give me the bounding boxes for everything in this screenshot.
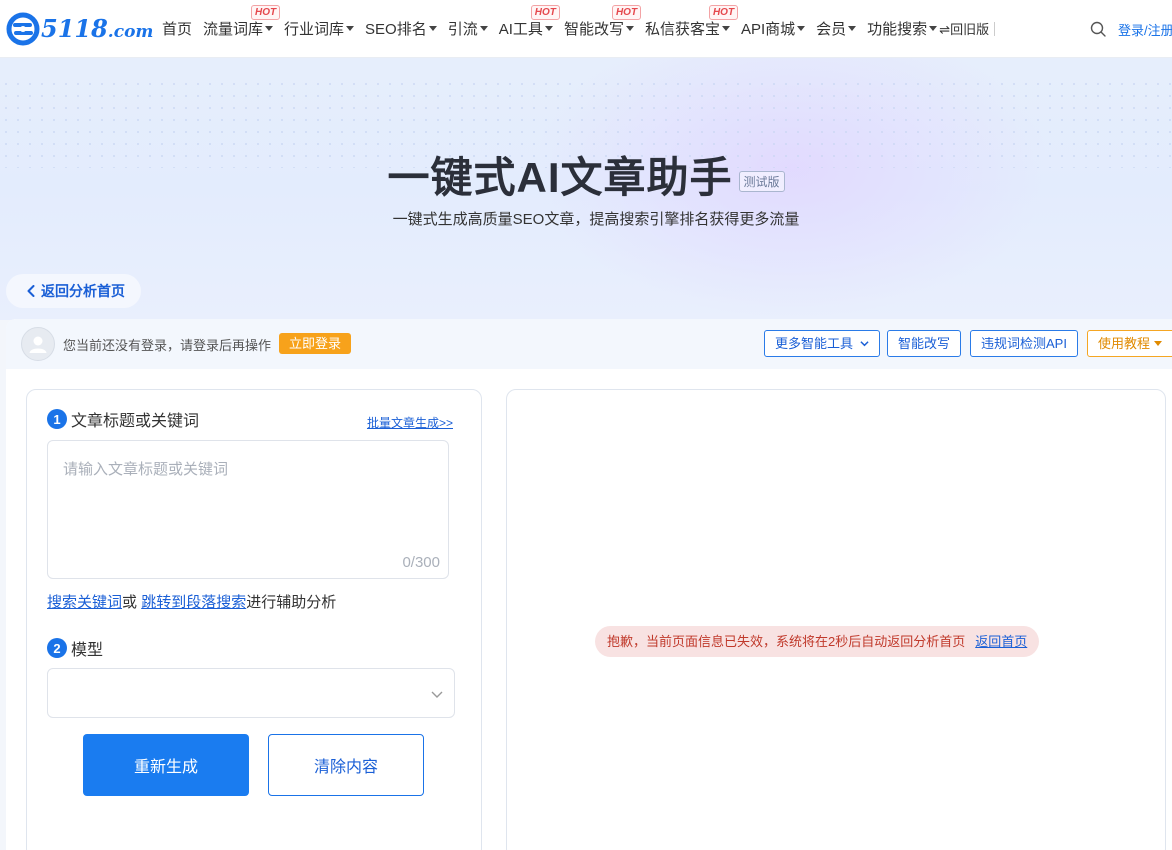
step-1-label: 文章标题或关键词 [71,413,200,430]
beta-badge: 测试版 [738,171,785,192]
hot-badge: HOT [611,4,642,20]
nav-seo-ranking[interactable]: SEO排名 [365,0,437,58]
step-number: 2 [47,638,67,658]
site-logo[interactable]: 5118.com [6,0,162,58]
chevron-left-icon [27,285,35,297]
caret-down-icon [797,26,806,31]
nav-feature-search[interactable]: 功能搜索 [867,0,938,58]
assist-analysis-text: 搜索关键词或 跳转到段落搜索进行辅助分析 [47,594,337,611]
login-now-button[interactable]: 立即登录 [279,333,352,354]
input-placeholder: 请输入文章标题或关键词 [63,461,229,478]
clear-content-button[interactable]: 清除内容 [268,734,424,796]
login-notice: 您当前还没有登录，请登录后再操作 [63,338,272,353]
char-counter: 0/300 [402,554,440,571]
caret-down-icon [544,26,553,31]
paragraph-search-link[interactable]: 跳转到段落搜索 [141,594,246,611]
top-navbar: 5118.com 首页 HOT 流量词库 行业词库 SEO排名 引流 HOT AI工… [0,0,1172,58]
hot-badge: HOT [530,4,560,20]
step-2-label: 模型 [71,642,104,659]
back-to-analysis-button[interactable]: 返回分析首页 [6,274,141,308]
login-register-link[interactable]: 登录/注册 [1118,20,1172,39]
expired-error-message: 抱歉，当前页面信息已失效，系统将在2秒后自动返回分析首页 返回首页 [595,626,1040,657]
page-title: 一键式AI文章助手 测试版 [0,144,1172,205]
caret-down-icon [1154,341,1163,346]
logo-icon [6,12,40,45]
chevron-down-icon [860,341,869,347]
nav-private-message[interactable]: HOT 私信获客宝 [645,0,739,58]
caret-down-icon [265,26,274,31]
hot-badge: HOT [708,4,739,20]
caret-down-icon [428,26,437,31]
more-tools-button[interactable]: 更多智能工具 [764,330,880,357]
nav-api-store[interactable]: API商城 [741,0,806,58]
back-home-link[interactable]: 返回首页 [975,634,1027,649]
search-keywords-link[interactable]: 搜索关键词 [47,594,122,611]
hero-banner: 一键式AI文章助手 测试版 一键式生成高质量SEO文章，提高搜索引擎排名获得更多流… [0,58,1172,320]
caret-down-icon [346,26,355,31]
nav-membership[interactable]: 会员 [816,0,857,58]
old-version-link[interactable]: ⇌回旧版 [939,21,996,37]
search-icon[interactable] [1090,21,1106,37]
caret-down-icon [625,26,634,31]
nav-ai-tools[interactable]: HOT AI工具 [499,0,560,58]
caret-down-icon [721,26,730,31]
violation-api-button[interactable]: 违规词检测API [970,330,1078,357]
model-select[interactable] [47,668,455,718]
avatar [21,327,55,361]
back-button-label: 返回分析首页 [41,283,125,299]
main-panel: 您当前还没有登录，请登录后再操作 立即登录 更多智能工具 智能改写 违规词检测A… [6,319,1172,850]
user-icon [29,336,47,353]
nav-traffic-keywords[interactable]: HOT 流量词库 [203,0,281,58]
tutorial-button[interactable]: 使用教程 [1087,330,1172,357]
page-subtitle: 一键式生成高质量SEO文章，提高搜索引擎排名获得更多流量 [392,211,800,228]
caret-down-icon [479,26,488,31]
header-actions: 登录/注册 [1090,0,1172,58]
regenerate-button[interactable]: 重新生成 [83,734,249,796]
main-nav: 首页 HOT 流量词库 行业词库 SEO排名 引流 HOT AI工具 HOT 智能改写… [162,0,996,58]
chevron-down-icon [431,691,443,698]
caret-down-icon [929,26,938,31]
logo-text: 5118.com [41,14,154,43]
caret-down-icon [848,26,857,31]
step-2-header: 2 模型 [47,636,103,660]
nav-smart-rewrite[interactable]: HOT 智能改写 [564,0,642,58]
result-card: 抱歉，当前页面信息已失效，系统将在2秒后自动返回分析首页 返回首页 [506,389,1166,850]
title-keyword-input[interactable]: 请输入文章标题或关键词 0/300 [47,440,449,579]
step-1-header: 1 文章标题或关键词 [47,407,199,431]
step-number: 1 [47,409,67,429]
nav-industry-keywords[interactable]: 行业词库 [284,0,355,58]
batch-generate-link[interactable]: 批量文章生成>> [367,414,453,431]
nav-home[interactable]: 首页 [162,0,192,58]
nav-traffic[interactable]: 引流 [448,0,488,58]
hot-badge: HOT [251,4,281,20]
panel-toolbar: 您当前还没有登录，请登录后再操作 立即登录 更多智能工具 智能改写 违规词检测A… [6,319,1172,369]
input-form-card: 1 文章标题或关键词 批量文章生成>> 请输入文章标题或关键词 0/300 搜索… [26,389,482,850]
smart-rewrite-button[interactable]: 智能改写 [887,330,962,357]
